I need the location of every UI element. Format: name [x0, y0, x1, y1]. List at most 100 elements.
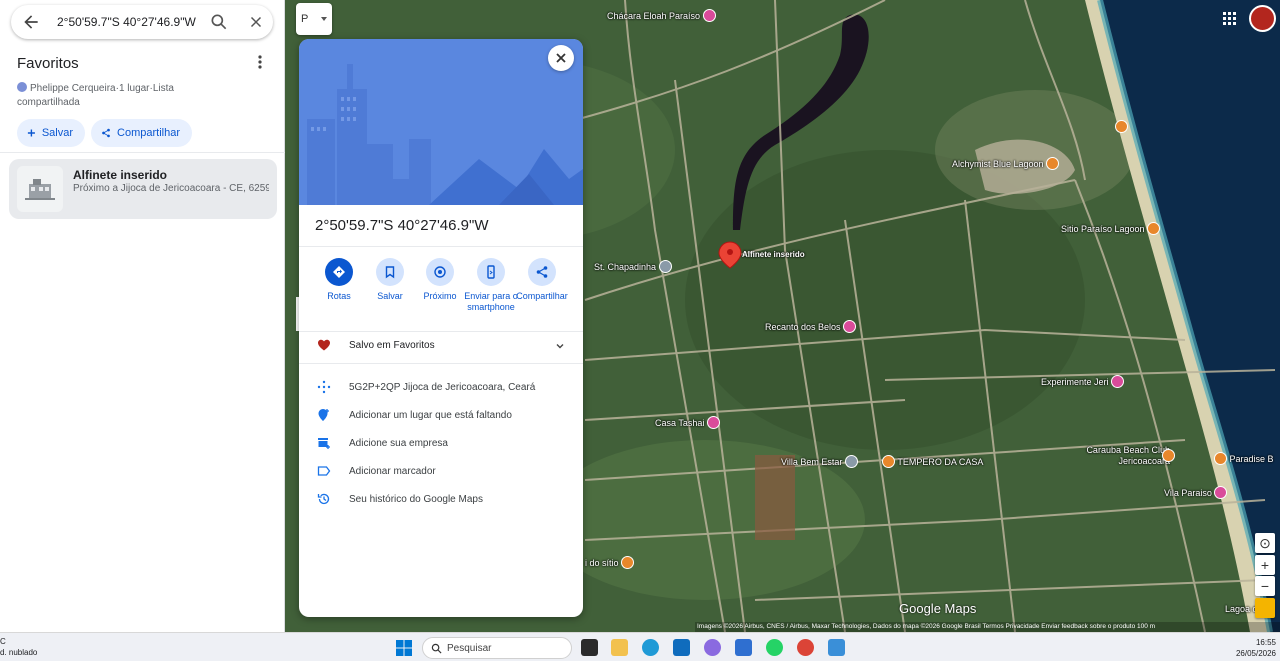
- nearby-icon: [434, 266, 446, 278]
- place-card: 2°50'59.7"S 40°27'46.9"W Rotas Salvar Pr…: [299, 39, 583, 617]
- edge-browser-icon[interactable]: [642, 639, 659, 656]
- search-icon: [431, 643, 442, 654]
- poi-label: Recanto dos Belos: [765, 322, 841, 332]
- back-arrow-icon[interactable]: [21, 12, 41, 32]
- add-business-row[interactable]: Adicione sua empresa: [299, 434, 583, 454]
- nearby-button[interactable]: Próximo: [412, 258, 468, 302]
- task-view-icon[interactable]: [581, 639, 598, 656]
- history-icon: [317, 493, 330, 505]
- search-input[interactable]: 2°50'59.7"S 40°27'46.9"W: [57, 15, 196, 29]
- poi-vila-paraiso[interactable]: Vila Paraiso: [1164, 486, 1228, 499]
- side-panel: 2°50'59.7"S 40°27'46.9"W Favoritos Pheli…: [0, 0, 285, 632]
- poi-label: Carauba Beach Club Jericoacoara: [1086, 445, 1170, 466]
- taskbar-search[interactable]: Pesquisar: [422, 637, 572, 659]
- search-icon[interactable]: [209, 12, 229, 32]
- my-location-button[interactable]: ⊙: [1255, 533, 1275, 553]
- taskbar-search-placeholder: Pesquisar: [447, 643, 492, 654]
- place-hero-illustration: [299, 39, 583, 205]
- street-view-pegman-icon[interactable]: [1255, 598, 1275, 618]
- poi-casa-tashai[interactable]: Casa Tashai: [655, 416, 720, 429]
- google-maps-logo: Google Maps: [899, 601, 977, 616]
- whatsapp-icon[interactable]: [766, 639, 783, 656]
- divider: [299, 363, 583, 364]
- save-place-button[interactable]: Salvar: [362, 258, 418, 302]
- add-label-text: Adicionar marcador: [349, 466, 436, 477]
- more-options-icon[interactable]: [252, 53, 268, 71]
- windows-start-icon[interactable]: [396, 640, 412, 656]
- windows-taskbar: Cd. nublado Pesquisar 16:55 26/05/2026: [0, 632, 1280, 661]
- clock-date: 26/05/2026: [1235, 649, 1276, 658]
- plus-code-icon: [317, 380, 331, 394]
- system-clock[interactable]: 16:55 26/05/2026: [1226, 637, 1276, 659]
- poi-recanto[interactable]: Recanto dos Belos: [765, 320, 857, 333]
- restaurant-icon: [1147, 222, 1161, 235]
- clock-time: 16:55: [1255, 638, 1276, 647]
- poi-paradise[interactable]: Paradise B: [1214, 452, 1274, 465]
- poi-carauba-icon[interactable]: [1162, 449, 1175, 462]
- save-place-label: Salvar: [377, 291, 403, 301]
- divider: [299, 246, 583, 247]
- place-thumbnail: [17, 166, 63, 212]
- poi-experimente-jeri[interactable]: Experimente Jeri: [1041, 375, 1125, 388]
- add-business-text: Adicione sua empresa: [349, 438, 448, 449]
- file-explorer-icon[interactable]: [611, 639, 628, 656]
- lodging-icon: [843, 320, 857, 333]
- close-card-button[interactable]: [548, 45, 574, 71]
- nearby-label: Próximo: [423, 291, 457, 301]
- restaurant-icon: [1214, 452, 1227, 465]
- search-box[interactable]: 2°50'59.7"S 40°27'46.9"W: [11, 5, 273, 39]
- photos-icon[interactable]: [828, 639, 845, 656]
- share-button[interactable]: Compartilhar: [91, 119, 192, 147]
- poi-label: St. Chapadinha: [594, 262, 657, 272]
- pin-label[interactable]: Alfinete inserido: [742, 250, 805, 259]
- poi-label: Alchymist Blue Lagoon: [952, 159, 1044, 169]
- outlook-icon[interactable]: [673, 639, 690, 656]
- directions-button[interactable]: Rotas: [311, 258, 367, 302]
- heart-icon: [318, 339, 330, 351]
- map-attribution[interactable]: Imagens ©2026 Airbus, CNES / Airbus, Max…: [695, 622, 1280, 632]
- share-place-label: Compartilhar: [516, 291, 568, 301]
- store-icon[interactable]: [735, 639, 752, 656]
- lodging-icon: [706, 416, 720, 429]
- layers-button[interactable]: P: [296, 3, 332, 35]
- poi-label: Sitio Paraíso Lagoon: [1061, 224, 1145, 234]
- chrome-icon[interactable]: [797, 639, 814, 656]
- place-icon: [844, 455, 858, 468]
- zoom-in-button[interactable]: +: [1255, 555, 1275, 575]
- poi-chacara-eloah[interactable]: Chácara Eloah Paraíso: [607, 9, 716, 22]
- restaurant-icon: [1115, 120, 1128, 133]
- poi-tempero[interactable]: TEMPERO DA CASA: [882, 455, 983, 468]
- save-button[interactable]: Salvar: [17, 119, 85, 147]
- poi-chapadinha[interactable]: St. Chapadinha: [594, 260, 672, 273]
- poi-sitio[interactable]: i do sítio: [585, 556, 635, 569]
- saved-in-list-row[interactable]: Salvo em Favoritos: [299, 336, 583, 358]
- poi-label: Paradise B: [1229, 454, 1274, 464]
- poi-sitio-paraiso[interactable]: Sitio Paraíso Lagoon: [1061, 222, 1161, 235]
- bookmark-icon: [385, 266, 395, 279]
- plus-icon: [27, 129, 35, 137]
- poi-label: Experimente Jeri: [1041, 377, 1109, 387]
- maps-history-row[interactable]: Seu histórico do Google Maps: [299, 490, 583, 510]
- add-missing-place-row[interactable]: Adicionar um lugar que está faltando: [299, 406, 583, 426]
- list-title: Favoritos: [17, 55, 79, 72]
- zoom-out-button[interactable]: −: [1255, 576, 1275, 596]
- share-place-button[interactable]: Compartilhar: [514, 258, 570, 302]
- poi-villa-bem-estar[interactable]: Villa Bem Estar: [781, 455, 858, 468]
- avatar: [17, 82, 27, 92]
- weather-widget[interactable]: Cd. nublado: [0, 636, 37, 658]
- poi-carauba[interactable]: Carauba Beach Club Jericoacoara: [1080, 445, 1170, 467]
- saved-in-list-label: Salvo em Favoritos: [349, 340, 435, 351]
- plus-code-row[interactable]: 5G2P+2QP Jijoca de Jericoacoara, Ceará: [299, 378, 583, 398]
- poi-alchymist[interactable]: Alchymist Blue Lagoon: [952, 157, 1060, 170]
- poi-beach[interactable]: [1115, 120, 1128, 133]
- account-avatar[interactable]: [1249, 5, 1276, 32]
- copilot-icon[interactable]: [704, 639, 721, 656]
- send-to-phone-button[interactable]: Enviar para o smartphone: [463, 258, 519, 313]
- list-item[interactable]: Alfinete inserido Próximo a Jijoca de Je…: [9, 159, 277, 219]
- list-owner: Phelippe Cerqueira·1 lugar·Lista compart…: [17, 82, 217, 110]
- add-label-row[interactable]: Adicionar marcador: [299, 462, 583, 482]
- close-icon[interactable]: [247, 13, 265, 31]
- apps-grid-icon[interactable]: [1223, 12, 1237, 26]
- poi-label: i do sítio: [585, 558, 619, 568]
- save-button-label: Salvar: [41, 127, 73, 139]
